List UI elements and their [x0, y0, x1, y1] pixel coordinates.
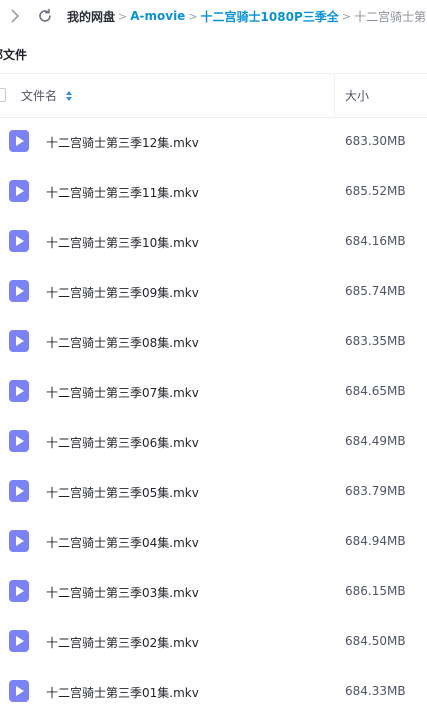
video-file-icon: [9, 330, 29, 352]
breadcrumb-separator-icon: >: [341, 9, 351, 23]
refresh-icon: [39, 8, 51, 22]
column-header-size[interactable]: 大小: [345, 87, 369, 104]
file-size: 686.15MB: [345, 584, 406, 598]
file-row[interactable]: 十二宫骑士第三季07集.mkv 684.65MB: [0, 366, 427, 416]
file-name[interactable]: 十二宫骑士第三季07集.mkv: [46, 384, 199, 401]
column-header-name-label: 文件名: [21, 89, 58, 103]
breadcrumb-item-series[interactable]: 十二宫骑士1080P三季全: [200, 8, 340, 25]
video-file-icon: [9, 480, 29, 502]
file-size: 685.74MB: [345, 284, 406, 298]
file-size: 684.94MB: [345, 534, 406, 548]
file-size: 685.52MB: [345, 184, 406, 198]
file-row[interactable]: 十二宫骑士第三季08集.mkv 683.35MB: [0, 316, 427, 366]
file-row[interactable]: 十二宫骑士第三季09集.mkv 685.74MB: [0, 266, 427, 316]
file-name[interactable]: 十二宫骑士第三季05集.mkv: [46, 484, 199, 501]
breadcrumb-item-a-movie[interactable]: A-movie: [129, 9, 186, 23]
file-row[interactable]: 十二宫骑士第三季02集.mkv 684.50MB: [0, 616, 427, 666]
file-size: 684.65MB: [345, 384, 406, 398]
video-file-icon: [9, 630, 29, 652]
video-file-icon: [9, 580, 29, 602]
video-file-icon: [9, 530, 29, 552]
section-title: 部文件: [0, 48, 28, 62]
file-name[interactable]: 十二宫骑士第三季12集.mkv: [46, 134, 199, 151]
file-row[interactable]: 十二宫骑士第三季04集.mkv 684.94MB: [0, 516, 427, 566]
file-size: 683.35MB: [345, 334, 406, 348]
breadcrumb-current: 十二宫骑士第三季: [353, 9, 427, 24]
file-name[interactable]: 十二宫骑士第三季10集.mkv: [46, 234, 199, 251]
breadcrumb: 我的网盘 > A-movie > 十二宫骑士1080P三季全 > 十二宫骑士第三…: [66, 8, 427, 25]
file-row[interactable]: 十二宫骑士第三季01集.mkv 684.33MB: [0, 666, 427, 716]
video-file-icon: [9, 380, 29, 402]
chevron-left-icon: [11, 9, 20, 23]
file-name[interactable]: 十二宫骑士第三季08集.mkv: [46, 334, 199, 351]
back-button[interactable]: [4, 5, 26, 27]
file-name[interactable]: 十二宫骑士第三季06集.mkv: [46, 434, 199, 451]
video-file-icon: [9, 130, 29, 152]
refresh-button[interactable]: [34, 5, 56, 27]
file-list: 十二宫骑士第三季12集.mkv 683.30MB 十二宫骑士第三季11集.mkv…: [0, 116, 427, 716]
video-file-icon: [9, 180, 29, 202]
file-size: 684.33MB: [345, 684, 406, 698]
file-size: 684.49MB: [345, 434, 406, 448]
file-size: 684.50MB: [345, 634, 406, 648]
file-name[interactable]: 十二宫骑士第三季04集.mkv: [46, 534, 199, 551]
file-row[interactable]: 十二宫骑士第三季11集.mkv 685.52MB: [0, 166, 427, 216]
column-header-name[interactable]: 文件名: [21, 87, 73, 104]
file-row[interactable]: 十二宫骑士第三季12集.mkv 683.30MB: [0, 116, 427, 166]
file-name[interactable]: 十二宫骑士第三季02集.mkv: [46, 634, 199, 651]
file-name[interactable]: 十二宫骑士第三季11集.mkv: [46, 184, 199, 201]
file-row[interactable]: 十二宫骑士第三季05集.mkv 683.79MB: [0, 466, 427, 516]
video-file-icon: [9, 430, 29, 452]
file-size: 683.30MB: [345, 134, 406, 148]
breadcrumb-separator-icon: >: [118, 9, 128, 23]
file-name[interactable]: 十二宫骑士第三季01集.mkv: [46, 684, 199, 701]
file-row[interactable]: 十二宫骑士第三季06集.mkv 684.49MB: [0, 416, 427, 466]
sort-icon[interactable]: [65, 90, 73, 102]
breadcrumb-root[interactable]: 我的网盘: [66, 8, 116, 25]
file-size: 683.79MB: [345, 484, 406, 498]
file-name[interactable]: 十二宫骑士第三季03集.mkv: [46, 584, 199, 601]
table-header: 文件名 大小: [0, 73, 427, 118]
select-all-checkbox[interactable]: [0, 88, 6, 102]
file-name[interactable]: 十二宫骑士第三季09集.mkv: [46, 284, 199, 301]
file-row[interactable]: 十二宫骑士第三季03集.mkv 686.15MB: [0, 566, 427, 616]
breadcrumb-separator-icon: >: [188, 9, 198, 23]
top-navigation-bar: 我的网盘 > A-movie > 十二宫骑士1080P三季全 > 十二宫骑士第三…: [0, 0, 427, 32]
video-file-icon: [9, 280, 29, 302]
video-file-icon: [9, 680, 29, 702]
column-divider[interactable]: [334, 74, 335, 117]
file-size: 684.16MB: [345, 234, 406, 248]
file-row[interactable]: 十二宫骑士第三季10集.mkv 684.16MB: [0, 216, 427, 266]
video-file-icon: [9, 230, 29, 252]
